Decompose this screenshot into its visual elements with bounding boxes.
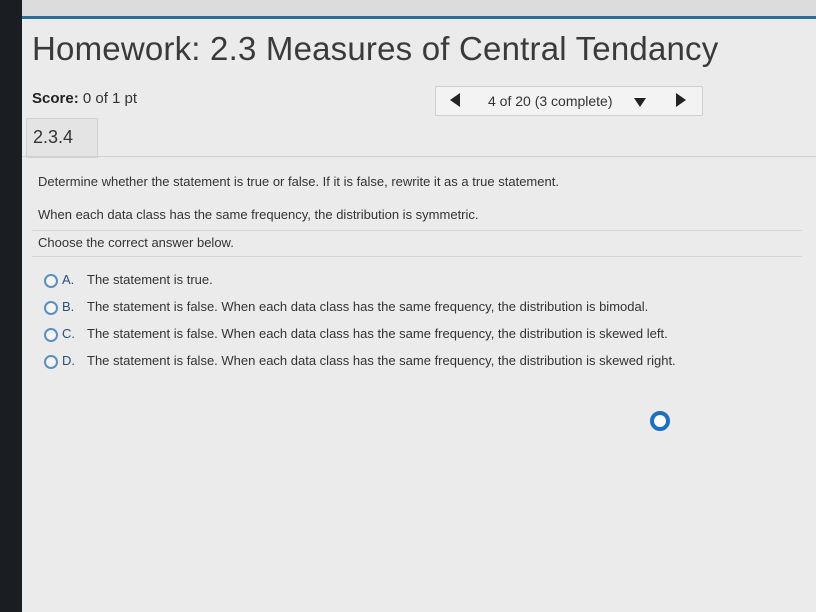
option-text[interactable]: The statement is false. When each data c… (87, 326, 668, 341)
option-letter: C. (62, 326, 75, 341)
top-accent-line (22, 16, 816, 19)
radio-button-icon[interactable] (44, 274, 58, 288)
homework-screen: Homework: 2.3 Measures of Central Tendan… (22, 0, 816, 612)
divider (22, 156, 816, 157)
option-letter: D. (62, 353, 75, 368)
score-value: 0 of 1 pt (82, 90, 138, 107)
score-bar: Score: 0 of 1 pt 4 of 20 (3 complete) (22, 80, 816, 116)
question-list-dropdown-icon[interactable] (634, 98, 646, 107)
question-pager: 4 of 20 (3 complete) (435, 86, 703, 116)
question-progress[interactable]: 4 of 20 (3 complete) (488, 93, 613, 109)
score-label: Score: (32, 90, 79, 107)
next-question-icon[interactable] (676, 93, 686, 107)
loading-spinner-icon (650, 411, 670, 431)
radio-button-icon[interactable] (44, 355, 58, 369)
radio-button-icon[interactable] (44, 328, 58, 342)
divider (32, 230, 802, 231)
answer-prompt: Choose the correct answer below. (38, 235, 234, 250)
page-title: Homework: 2.3 Measures of Central Tendan… (32, 30, 719, 67)
option-letter: A. (62, 272, 75, 287)
radio-button-icon[interactable] (44, 301, 58, 315)
question-instruction: Determine whether the statement is true … (38, 174, 559, 189)
score: Score: 0 of 1 pt (32, 90, 137, 107)
question-statement: When each data class has the same freque… (38, 207, 479, 222)
option-text[interactable]: The statement is true. (87, 272, 213, 287)
previous-question-icon[interactable] (450, 93, 460, 107)
option-text[interactable]: The statement is false. When each data c… (87, 299, 648, 314)
question-number: 2.3.4 (33, 127, 74, 147)
divider (32, 256, 802, 257)
option-text[interactable]: The statement is false. When each data c… (87, 353, 676, 368)
option-letter: B. (62, 299, 75, 314)
question-number-box: 2.3.4 (26, 118, 98, 158)
